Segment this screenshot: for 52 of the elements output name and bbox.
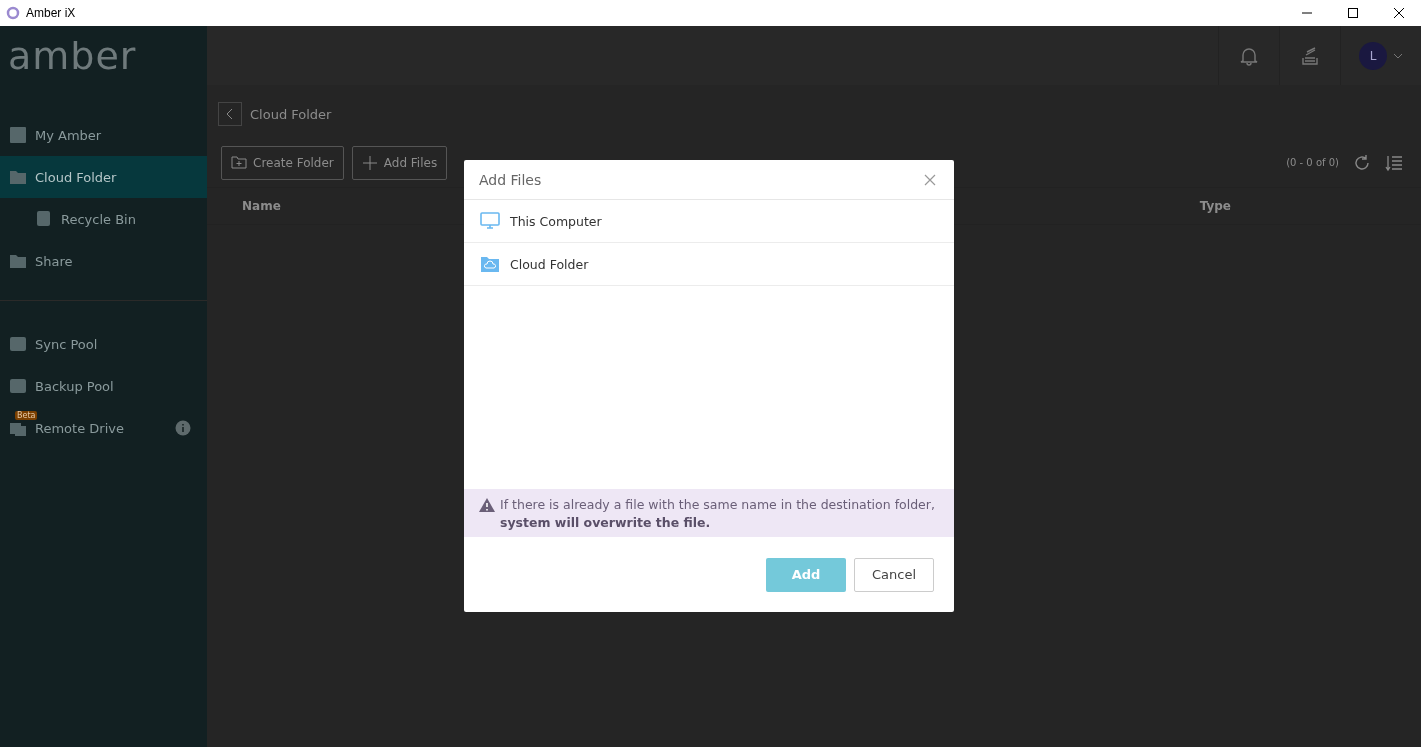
app-logo-icon [6, 6, 20, 20]
sidebar-item[interactable]: Cloud Folder [0, 156, 207, 198]
warning-text: If there is already a file with the same name in the destination folder, system will overwrite the file. [500, 496, 936, 532]
sync-icon [9, 335, 27, 353]
dialog-title: Add Files [479, 171, 542, 188]
cloud-folder-icon [480, 255, 500, 273]
chevron-left-icon[interactable] [226, 108, 234, 120]
bell-icon[interactable] [1240, 45, 1258, 66]
source-option[interactable]: Cloud Folder [464, 243, 954, 286]
sidebar-label: Sync Pool [35, 336, 98, 352]
column-header[interactable]: Type [1199, 199, 1231, 213]
stack-icon[interactable] [1301, 45, 1319, 66]
beta-badge: Beta [15, 411, 38, 420]
sidebar-label: Backup Pool [35, 378, 114, 394]
toolbar-button[interactable]: Create Folder [221, 145, 344, 180]
sidebar-item[interactable]: Sync Pool [0, 323, 207, 365]
app-logo: amber [7, 33, 138, 80]
info-icon[interactable] [175, 420, 191, 436]
sidebar-item[interactable]: Share [0, 240, 207, 282]
user-avatar[interactable]: L [1359, 41, 1387, 70]
item-count: (0 - 0 of 0) [1286, 157, 1339, 168]
window-title: Amber iX [26, 6, 76, 20]
refresh-icon[interactable] [1353, 153, 1371, 172]
sidebar-item[interactable]: Recycle Bin [0, 198, 207, 240]
sidebar-label: Cloud Folder [35, 169, 117, 185]
column-header[interactable]: Name [242, 199, 281, 213]
plus-icon [361, 154, 378, 171]
warning-icon [479, 498, 495, 512]
sidebar-item[interactable]: Backup Pool [0, 365, 207, 407]
cloud-folder-icon [9, 168, 27, 186]
monitor-icon [480, 212, 500, 230]
sort-icon[interactable] [1385, 153, 1403, 172]
sidebar-item[interactable]: Beta Remote Drive [0, 407, 207, 449]
cancel-button[interactable]: Cancel [854, 557, 934, 592]
maximize-icon[interactable] [1347, 7, 1359, 19]
toolbar-button[interactable]: Add Files [351, 145, 448, 180]
recycle-bin-icon [35, 210, 53, 228]
option-label: This Computer [510, 213, 602, 229]
chevron-down-icon[interactable] [1393, 52, 1403, 59]
backup-icon [9, 377, 27, 395]
device-icon [9, 126, 27, 144]
sidebar-item[interactable]: My Amber [0, 114, 207, 156]
source-option[interactable]: This Computer [464, 200, 954, 243]
share-folder-icon [9, 252, 27, 270]
close-icon[interactable] [1393, 7, 1405, 19]
breadcrumb-current: Cloud Folder [250, 106, 332, 122]
option-label: Cloud Folder [510, 256, 589, 272]
sidebar-label: Recycle Bin [61, 211, 136, 227]
sidebar-label: Remote Drive [35, 420, 124, 436]
sidebar-label: Share [35, 253, 73, 269]
folder-plus-icon [231, 154, 247, 171]
sidebar-label: My Amber [35, 127, 102, 143]
